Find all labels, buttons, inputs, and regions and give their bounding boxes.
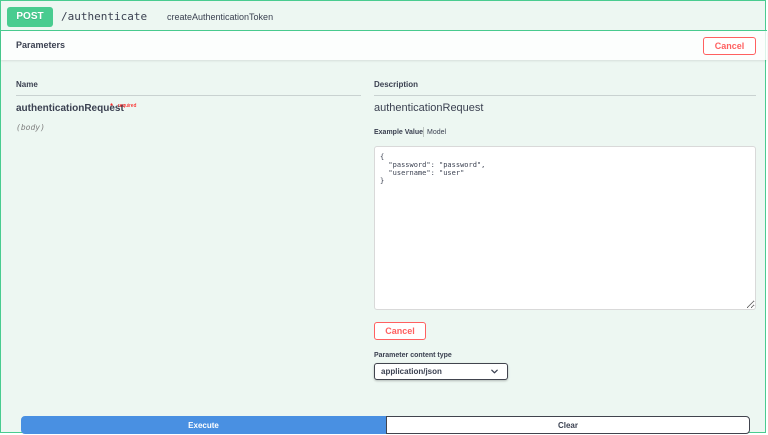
tab-example-value[interactable]: Example Value [374,129,423,136]
content-type-selected-value: application/json [381,367,442,376]
parameter-location: (body) [16,123,45,132]
chevron-down-icon [491,369,498,374]
content-type-select[interactable]: application/json [374,363,508,380]
header-divider-name [16,95,361,96]
operation-summary[interactable]: POST /authenticate createAuthenticationT… [1,1,767,31]
parameter-name: authenticationRequest [16,103,124,114]
execute-button[interactable]: Execute [21,416,386,434]
header-divider-description [374,95,756,96]
tab-divider [423,127,424,137]
description-column-header: Description [374,80,419,89]
try-out-cancel-button[interactable]: Cancel [703,37,756,55]
tab-model[interactable]: Model [427,129,446,136]
operation-path: /authenticate [61,10,148,23]
content-type-label: Parameter content type [374,352,452,359]
request-body-textarea[interactable]: { "password": "password", "username": "u… [374,146,756,310]
required-label: required [118,103,137,109]
operation-id: createAuthenticationToken [167,12,274,22]
body-cancel-button[interactable]: Cancel [374,322,426,340]
required-star: * [110,102,114,111]
execute-wrapper: Execute Clear [21,416,750,434]
method-badge: POST [7,7,53,27]
clear-button[interactable]: Clear [386,416,750,434]
operation-block-post-authenticate: POST /authenticate createAuthenticationT… [0,0,767,434]
name-column-header: Name [16,80,38,89]
parameter-description: authenticationRequest [374,102,484,114]
parameters-section-header: Parameters Cancel [1,31,767,60]
parameters-title: Parameters [16,40,66,50]
